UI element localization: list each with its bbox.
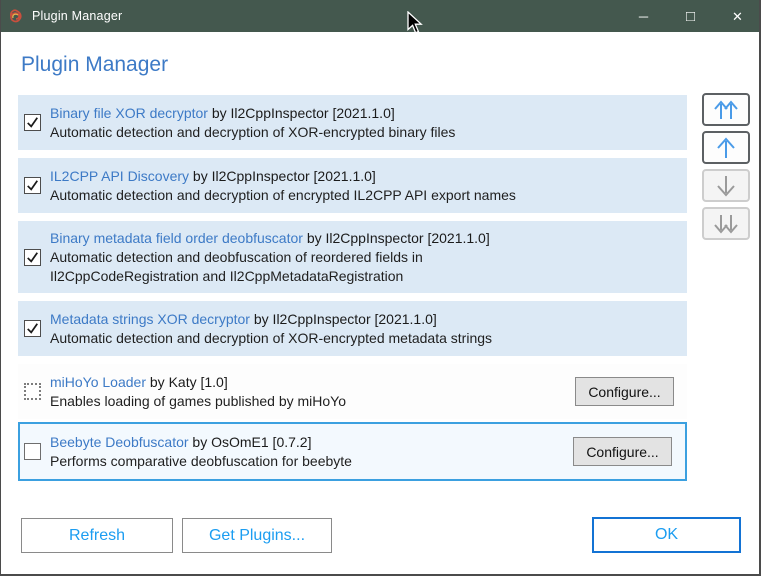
plugin-checkbox[interactable]: [24, 320, 41, 337]
plugin-meta: by Katy [1.0]: [149, 373, 228, 390]
window-title: Plugin Manager: [32, 9, 123, 23]
move-up-button[interactable]: [702, 131, 750, 164]
ok-button[interactable]: OK: [592, 517, 741, 553]
plugin-checkbox-indeterminate[interactable]: [24, 383, 41, 400]
plugin-title-line: Beebyte Deobfuscator by OsOmE1 [0.7.2]: [50, 433, 352, 452]
plugin-meta: by OsOmE1 [0.7.2]: [192, 433, 312, 450]
plugin-title-line: Binary file XOR decryptor by Il2CppInspe…: [50, 104, 455, 123]
move-down-button[interactable]: [702, 169, 750, 202]
checkmark-icon: [27, 251, 38, 263]
plugin-row[interactable]: Metadata strings XOR decryptor by Il2Cpp…: [18, 301, 687, 356]
get-plugins-button[interactable]: Get Plugins...: [182, 518, 332, 553]
plugin-title-line: Binary metadata field order deobfuscator…: [50, 229, 490, 248]
plugin-description: Automatic detection and decryption of XO…: [50, 329, 493, 346]
plugin-row[interactable]: Binary metadata field order deobfuscator…: [18, 221, 687, 293]
plugin-title-line: Metadata strings XOR decryptor by Il2Cpp…: [50, 310, 492, 329]
move-to-bottom-button[interactable]: [702, 207, 750, 240]
plugin-checkbox[interactable]: [24, 177, 41, 194]
titlebar: Plugin Manager ─ □ ✕: [1, 0, 759, 32]
move-down-icon: [717, 175, 735, 197]
plugin-checkbox[interactable]: [24, 248, 41, 266]
move-to-top-icon: [714, 99, 738, 119]
plugin-description: Automatic detection and decryption of XO…: [50, 123, 456, 140]
checkmark-icon: [27, 117, 38, 128]
plugin-meta: by Il2CppInspector [2021.1.0]: [192, 167, 376, 184]
plugin-manager-window: Plugin Manager ─ □ ✕ Plugin Manager Bina…: [0, 0, 761, 576]
plugin-description: Automatic detection and decryption of en…: [50, 186, 516, 203]
plugin-description: Enables loading of games published by mi…: [50, 392, 347, 409]
plugin-meta: by Il2CppInspector [2021.1.0]: [306, 229, 490, 246]
plugin-description: Automatic detection and deobfuscation of…: [50, 248, 423, 284]
move-to-top-button[interactable]: [702, 93, 750, 126]
reorder-panel: [702, 93, 750, 245]
close-icon: ✕: [732, 8, 743, 24]
plugin-meta: by Il2CppInspector [2021.1.0]: [211, 104, 395, 121]
maximize-button[interactable]: □: [667, 0, 714, 32]
close-button[interactable]: ✕: [714, 0, 759, 32]
configure-button[interactable]: Configure...: [575, 377, 674, 406]
minimize-button[interactable]: ─: [620, 0, 667, 32]
plugin-name-link[interactable]: Metadata strings XOR decryptor: [50, 311, 250, 327]
plugin-checkbox[interactable]: [24, 114, 41, 131]
plugin-name-link[interactable]: Binary file XOR decryptor: [50, 105, 208, 121]
plugin-name-link[interactable]: Beebyte Deobfuscator: [50, 434, 189, 450]
configure-button[interactable]: Configure...: [573, 437, 672, 466]
move-to-bottom-icon: [714, 214, 738, 234]
checkmark-icon: [27, 323, 38, 334]
maximize-icon: □: [685, 7, 696, 25]
plugin-list: Binary file XOR decryptor by Il2CppInspe…: [18, 95, 687, 481]
plugin-name-link[interactable]: Binary metadata field order deobfuscator: [50, 230, 303, 246]
app-icon: [8, 8, 24, 24]
move-up-icon: [717, 136, 735, 158]
plugin-row[interactable]: miHoYo Loader by Katy [1.0] Enables load…: [18, 364, 687, 419]
minimize-icon: ─: [638, 8, 649, 24]
plugin-meta: by Il2CppInspector [2021.1.0]: [253, 310, 437, 327]
plugin-row[interactable]: Binary file XOR decryptor by Il2CppInspe…: [18, 95, 687, 150]
plugin-row[interactable]: IL2CPP API Discovery by Il2CppInspector …: [18, 158, 687, 213]
plugin-title-line: IL2CPP API Discovery by Il2CppInspector …: [50, 167, 516, 186]
plugin-title-line: miHoYo Loader by Katy [1.0]: [50, 373, 346, 392]
plugin-name-link[interactable]: miHoYo Loader: [50, 374, 146, 390]
page-title: Plugin Manager: [21, 53, 169, 76]
plugin-row-selected[interactable]: Beebyte Deobfuscator by OsOmE1 [0.7.2] P…: [18, 422, 687, 481]
checkmark-icon: [27, 180, 38, 191]
plugin-description: Performs comparative deobfuscation for b…: [50, 452, 352, 469]
refresh-button[interactable]: Refresh: [21, 518, 173, 553]
plugin-checkbox[interactable]: [24, 443, 41, 460]
plugin-name-link[interactable]: IL2CPP API Discovery: [50, 168, 189, 184]
